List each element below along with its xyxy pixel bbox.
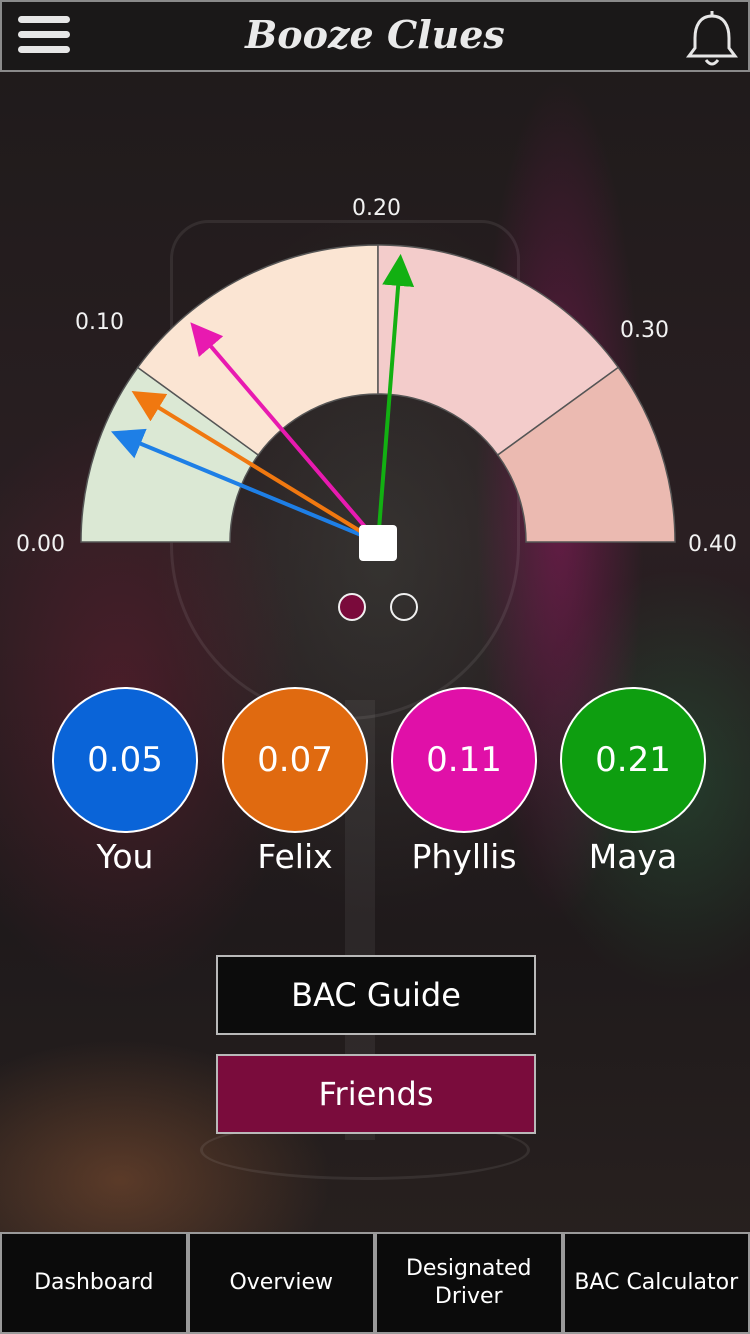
friend-maya[interactable]: 0.21 Maya <box>560 687 706 876</box>
tick-label-4: 0.40 <box>688 532 737 557</box>
friend-phyllis[interactable]: 0.11 Phyllis <box>391 687 537 876</box>
gauge-hub <box>359 525 397 561</box>
tick-label-0: 0.00 <box>16 532 65 557</box>
friend-name: You <box>96 837 154 876</box>
friend-name: Phyllis <box>411 837 517 876</box>
tab-overview[interactable]: Overview <box>187 1232 375 1334</box>
friend-you[interactable]: 0.05 You <box>52 687 198 876</box>
page-indicator <box>338 593 428 623</box>
page-dot-2[interactable] <box>390 593 418 621</box>
bac-guide-button[interactable]: BAC Guide <box>216 955 536 1035</box>
app-header: Booze Clues <box>0 0 750 72</box>
tab-designated-driver[interactable]: Designated Driver <box>375 1232 563 1334</box>
bottom-tab-bar: Dashboard Overview Designated Driver BAC… <box>0 1232 750 1334</box>
app-title: Booze Clues <box>245 12 505 57</box>
tick-label-1: 0.10 <box>75 310 124 335</box>
bell-icon[interactable] <box>684 10 740 68</box>
friend-name: Maya <box>588 837 678 876</box>
gauge-chart <box>80 244 676 561</box>
tab-dashboard[interactable]: Dashboard <box>0 1232 188 1334</box>
friend-felix[interactable]: 0.07 Felix <box>222 687 368 876</box>
bac-circle: 0.05 <box>52 687 198 833</box>
bac-circle: 0.07 <box>222 687 368 833</box>
page-dot-1[interactable] <box>338 593 366 621</box>
tab-bac-calculator[interactable]: BAC Calculator <box>562 1232 750 1334</box>
bac-circle: 0.21 <box>560 687 706 833</box>
tick-label-3: 0.30 <box>620 318 669 343</box>
friend-name: Felix <box>257 837 333 876</box>
friends-button[interactable]: Friends <box>216 1054 536 1134</box>
bac-circle: 0.11 <box>391 687 537 833</box>
tick-label-2: 0.20 <box>352 196 401 221</box>
bac-gauge: 0.00 0.10 0.20 0.30 0.40 <box>0 180 750 580</box>
